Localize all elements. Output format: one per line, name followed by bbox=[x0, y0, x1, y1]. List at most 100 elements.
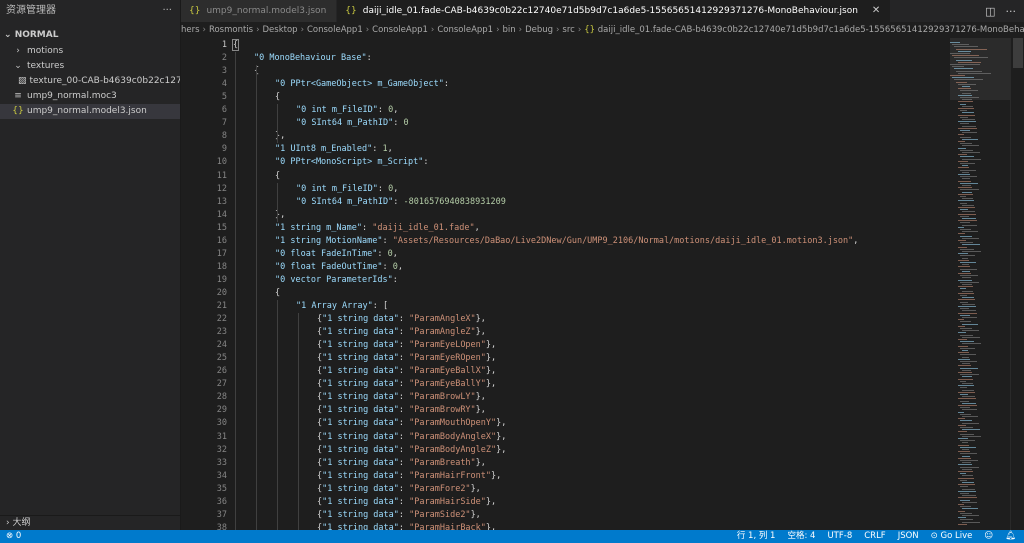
minimap-line bbox=[956, 70, 982, 72]
breadcrumb-item[interactable]: daiji_idle_01.fade-CAB-b4639c0b22c12740e… bbox=[598, 25, 1024, 35]
code-line[interactable]: "0 vector ParameterIds": bbox=[275, 274, 398, 287]
minimap-line bbox=[960, 394, 968, 395]
line-number: 7 bbox=[221, 118, 227, 129]
code-line[interactable]: "0 MonoBehaviour Base": bbox=[254, 52, 372, 65]
minimap-line bbox=[958, 339, 967, 340]
status-item[interactable]: 空格: 4 bbox=[787, 530, 815, 543]
breadcrumb-item[interactable]: ConsoleApp1 bbox=[372, 25, 428, 35]
code-line[interactable]: "0 int m_FileID": 0, bbox=[296, 104, 398, 117]
breadcrumb-separator: › bbox=[430, 25, 435, 35]
code-line[interactable]: { bbox=[275, 287, 280, 300]
breadcrumb-separator: › bbox=[496, 25, 500, 35]
ellipsis-icon[interactable]: ··· bbox=[1006, 5, 1017, 18]
tree-item-texture-file[interactable]: ▨ texture_00-CAB-b4639c0b22c12740... bbox=[0, 74, 180, 89]
status-item[interactable]: UTF-8 bbox=[827, 530, 852, 543]
breadcrumb-item[interactable]: Rosmontis bbox=[209, 25, 253, 35]
tab-model3-json[interactable]: {} ump9_normal.model3.json bbox=[181, 0, 338, 22]
line-number: 12 bbox=[216, 183, 227, 194]
code-line[interactable]: {"1 string data": "ParamBodyAngleX"}, bbox=[317, 431, 506, 444]
status-item[interactable]: CRLF bbox=[864, 530, 885, 543]
code-line[interactable]: {"1 string data": "ParamAngleZ"}, bbox=[317, 326, 486, 339]
code-line[interactable]: {"1 string data": "ParamEyeROpen"}, bbox=[317, 352, 496, 365]
code-line[interactable]: "1 Array Array": [ bbox=[296, 300, 388, 313]
code-line[interactable]: { bbox=[231, 39, 240, 52]
tree-item-motions[interactable]: › motions bbox=[0, 44, 180, 59]
code-line[interactable]: "0 PPtr<MonoScript> m_Script": bbox=[275, 156, 429, 169]
code-line[interactable]: {"1 string data": "ParamHairBack"}, bbox=[317, 522, 496, 530]
breadcrumb-item[interactable]: hers bbox=[181, 25, 200, 35]
code-line[interactable]: {"1 string data": "ParamBrowRY"}, bbox=[317, 404, 486, 417]
code-line[interactable]: {"1 string data": "ParamFore2"}, bbox=[317, 483, 481, 496]
status-bar: ⊗ 0 行 1, 列 1 空格: 4 UTF-8 CRLF JSON ⊙ Go Live ☺… bbox=[0, 530, 1024, 543]
minimap-line bbox=[960, 288, 966, 290]
problems-indicator[interactable]: ⊗ 0 bbox=[6, 530, 21, 543]
code-line[interactable]: "1 string MotionName": "Assets/Resources… bbox=[275, 235, 858, 248]
chevron-right-icon: › bbox=[16, 46, 20, 56]
status-item[interactable]: JSON bbox=[898, 530, 919, 543]
close-icon[interactable]: ✕ bbox=[872, 0, 880, 22]
tree-item-model3-json[interactable]: {} ump9_normal.model3.json bbox=[0, 104, 180, 119]
code-line[interactable]: { bbox=[275, 91, 280, 104]
code-editor[interactable]: 1 2 3 4 5 6 7 8 9 10 11 12 13 14 15 16 17 18 19 20 21 22 23 24 2… bbox=[181, 38, 1024, 530]
minimap-line bbox=[960, 275, 978, 277]
breadcrumb-item[interactable]: Debug bbox=[525, 25, 553, 35]
minimap-line bbox=[962, 310, 976, 312]
feedback-icon[interactable]: ☺ bbox=[984, 530, 993, 543]
code-line[interactable]: {"1 string data": "ParamEyeBallX"}, bbox=[317, 365, 496, 378]
code-line[interactable]: {"1 string data": "ParamBreath"}, bbox=[317, 457, 486, 470]
code-line[interactable]: "0 float FadeInTime": 0, bbox=[275, 248, 398, 261]
json-key: "0 SInt64 m_PathID" bbox=[296, 118, 394, 129]
code-line[interactable]: "0 PPtr<GameObject> m_GameObject": bbox=[275, 78, 449, 91]
outline-section[interactable]: › 大纲 bbox=[0, 515, 180, 530]
tab-active-file[interactable]: {} daiji_idle_01.fade-CAB-b4639c0b22c127… bbox=[337, 0, 892, 22]
code-line[interactable]: {"1 string data": "ParamMouthOpenY"}, bbox=[317, 417, 506, 430]
ellipsis-icon[interactable]: ··· bbox=[162, 0, 172, 22]
code-line[interactable]: "1 UInt8 m_Enabled": 1, bbox=[275, 143, 393, 156]
code-area[interactable]: {"0 MonoBehaviour Base":{"0 PPtr<GameObj… bbox=[231, 38, 953, 530]
json-string: "ParamBrowRY" bbox=[409, 405, 476, 416]
code-line[interactable]: {"1 string data": "ParamAngleX"}, bbox=[317, 313, 486, 326]
minimap-line bbox=[958, 312, 977, 314]
code-line[interactable]: "0 SInt64 m_PathID": -801657694083893​12… bbox=[296, 196, 506, 209]
minimap-line bbox=[960, 433, 974, 435]
minimap-line bbox=[958, 259, 969, 261]
json-key: "0 vector ParameterIds" bbox=[275, 274, 393, 285]
minimap-line bbox=[958, 424, 966, 426]
tree-item-moc3[interactable]: ≡ ump9_normal.moc3 bbox=[0, 89, 180, 104]
status-item[interactable]: 行 1, 列 1 bbox=[737, 530, 776, 543]
code-line[interactable]: "0 float FadeOutTime": 0, bbox=[275, 261, 403, 274]
scroll-thumb[interactable] bbox=[1013, 38, 1023, 68]
tree-item-textures[interactable]: ⌄ textures bbox=[0, 59, 180, 74]
code-line[interactable]: { bbox=[275, 170, 280, 183]
bell-icon[interactable]: 🔔︎ bbox=[1005, 530, 1016, 543]
json-braces-icon: {} bbox=[189, 6, 201, 16]
breadcrumb-item[interactable]: src bbox=[562, 25, 574, 35]
split-editor-icon[interactable]: ◫ bbox=[985, 5, 995, 18]
code-line[interactable]: {"1 string data": "ParamHairSide"}, bbox=[317, 496, 496, 509]
breadcrumb-item[interactable]: ConsoleApp1 bbox=[307, 25, 363, 35]
minimap-line bbox=[958, 273, 971, 274]
code-line[interactable]: {"1 string data": "ParamSide2"}, bbox=[317, 509, 481, 522]
minimap-line bbox=[958, 484, 975, 486]
breadcrumb-item[interactable]: bin bbox=[503, 25, 516, 35]
line-number: 37 bbox=[216, 509, 227, 520]
breadcrumb-item[interactable]: ConsoleApp1 bbox=[437, 25, 493, 35]
status-item[interactable]: ⊙ Go Live bbox=[931, 530, 973, 543]
breadcrumb-item[interactable]: Desktop bbox=[263, 25, 298, 35]
folder-normal[interactable]: ⌄ NORMAL bbox=[0, 26, 180, 44]
minimap-line bbox=[962, 363, 970, 365]
line-number: 9 bbox=[221, 144, 227, 155]
punctuation: }, bbox=[485, 353, 497, 364]
minimap[interactable] bbox=[950, 38, 1010, 530]
code-line[interactable]: "0 int m_FileID": 0, bbox=[296, 183, 398, 196]
json-key: "1 string data" bbox=[322, 366, 399, 377]
vertical-scrollbar[interactable] bbox=[1010, 38, 1024, 530]
code-line[interactable]: {"1 string data": "ParamBodyAngleZ"}, bbox=[317, 444, 506, 457]
code-line[interactable]: {"1 string data": "ParamEyeBallY"}, bbox=[317, 378, 496, 391]
code-line[interactable]: "1 string m_Name": "daiji_idle_01.fade", bbox=[275, 222, 480, 235]
code-line[interactable]: {"1 string data": "ParamEyeLOpen"}, bbox=[317, 339, 496, 352]
code-line[interactable]: "0 SInt64 m_PathID": 0 bbox=[296, 117, 409, 130]
line-number: 29 bbox=[216, 405, 227, 416]
code-line[interactable]: {"1 string data": "ParamBrowLY"}, bbox=[317, 391, 486, 404]
code-line[interactable]: {"1 string data": "ParamHairFront"}, bbox=[317, 470, 501, 483]
